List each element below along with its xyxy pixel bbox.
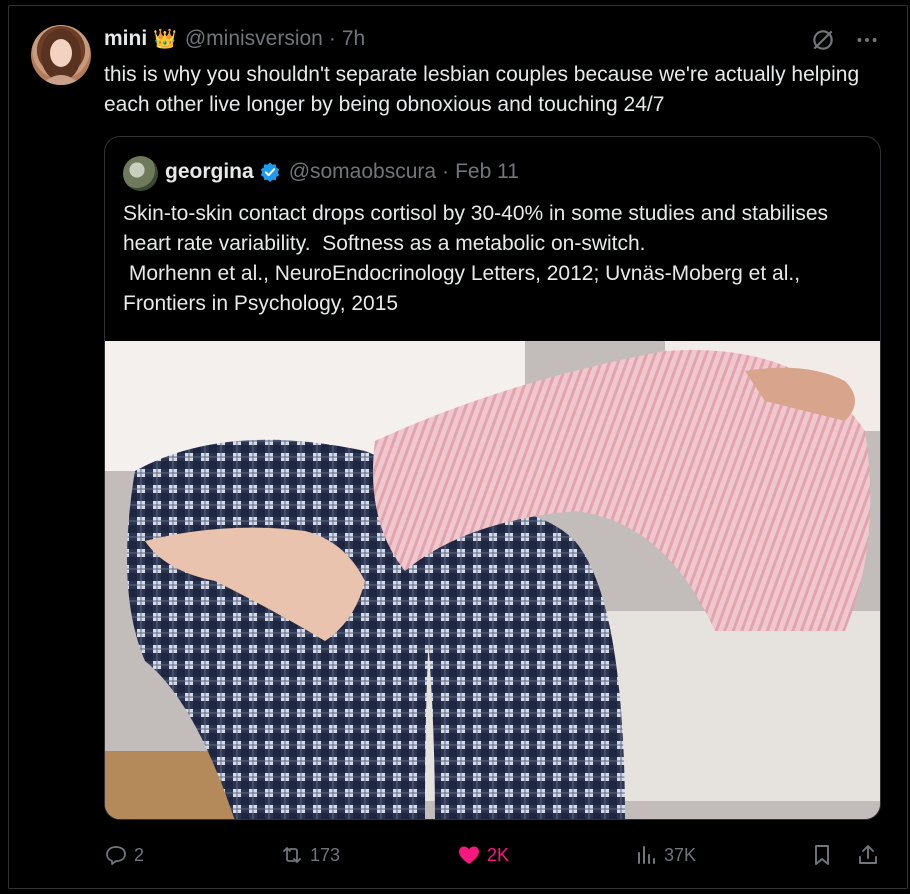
photo-illustration xyxy=(105,341,880,819)
author-name[interactable]: mini xyxy=(104,27,147,51)
grok-icon[interactable] xyxy=(810,27,836,53)
crown-emoji: 👑 xyxy=(153,29,177,50)
views-count: 37K xyxy=(664,844,697,865)
timestamp[interactable]: 7h xyxy=(342,27,365,51)
avatar-image xyxy=(41,29,81,85)
quoted-date[interactable]: Feb 11 xyxy=(455,160,519,184)
like-count: 2K xyxy=(487,844,510,865)
separator-dot: · xyxy=(442,160,450,183)
action-bar: 2 173 2K 37K xyxy=(104,840,884,870)
like-button[interactable]: 2K xyxy=(457,843,509,867)
top-actions xyxy=(810,27,880,53)
more-options-icon[interactable] xyxy=(854,27,880,53)
views-icon xyxy=(638,846,655,864)
separator-dot: · xyxy=(328,27,336,50)
repost-button[interactable]: 173 xyxy=(280,843,340,867)
quoted-avatar[interactable] xyxy=(123,156,158,191)
reply-button[interactable]: 2 xyxy=(104,843,144,867)
avatar[interactable] xyxy=(31,25,91,85)
bookmark-button[interactable] xyxy=(810,843,834,867)
tweet-text: this is why you shouldn't separate lesbi… xyxy=(104,63,860,116)
quoted-text: Skin-to-skin contact drops cortisol by 3… xyxy=(123,202,828,315)
share-icon xyxy=(859,845,877,864)
share-button[interactable] xyxy=(856,843,880,867)
heart-icon xyxy=(459,846,479,864)
quoted-author-handle[interactable]: @somaobscura xyxy=(289,160,436,184)
repost-count: 173 xyxy=(310,844,341,865)
bookmark-icon xyxy=(815,845,829,865)
tweet-header: mini 👑 @minisversion · 7h xyxy=(104,27,365,51)
quoted-tweet[interactable]: georgina @somaobscura · Feb 11 Skin-to-s… xyxy=(104,136,881,820)
reply-icon xyxy=(106,846,126,865)
views-button[interactable]: 37K xyxy=(634,843,696,867)
reply-count: 2 xyxy=(134,844,145,865)
quoted-author-name[interactable]: georgina xyxy=(165,160,254,184)
author-handle[interactable]: @minisversion xyxy=(185,27,323,51)
verified-badge-icon xyxy=(260,162,279,183)
repost-icon xyxy=(283,847,301,863)
quoted-header: georgina @somaobscura · Feb 11 xyxy=(165,160,519,184)
quoted-media-image[interactable] xyxy=(105,341,880,819)
